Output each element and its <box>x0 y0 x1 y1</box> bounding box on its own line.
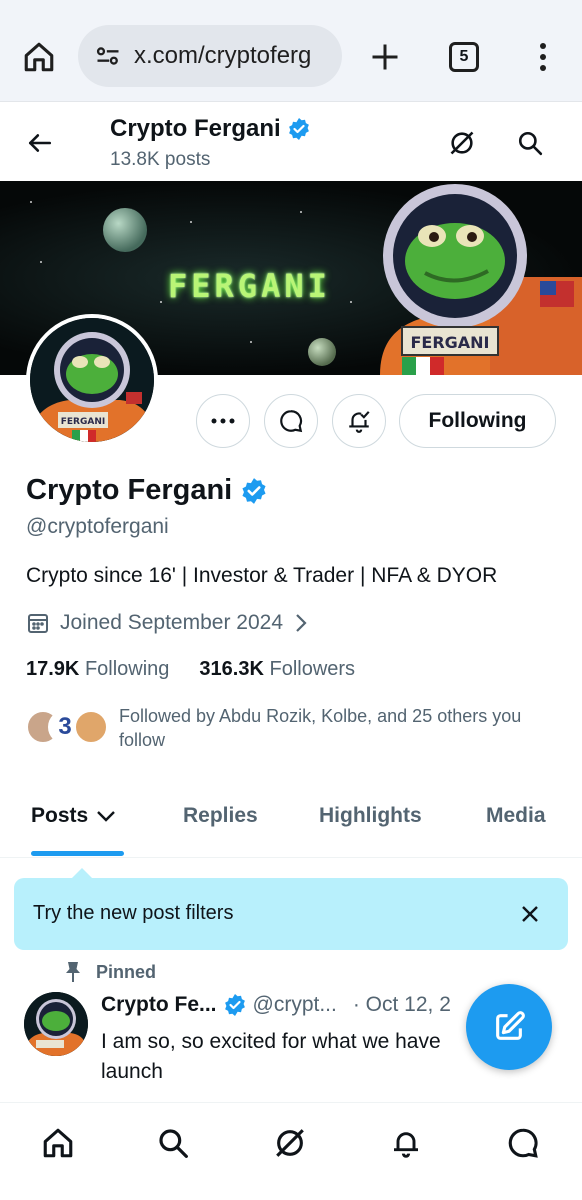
address-bar[interactable]: x.com/cryptoferg <box>78 25 342 87</box>
compose-icon <box>496 1011 525 1040</box>
profile-display-name: Crypto Fergani <box>26 474 233 506</box>
post-author-handle: @crypt... <box>252 993 337 1016</box>
calendar-icon <box>28 614 48 633</box>
profile-bio: Crypto since 16' | Investor & Trader | N… <box>26 564 498 587</box>
search-icon <box>518 131 543 156</box>
chevron-down-icon <box>97 811 116 822</box>
nav-notifications[interactable] <box>386 1123 426 1163</box>
header-name: Crypto Fergani <box>110 115 281 142</box>
close-icon <box>522 906 538 922</box>
post-text[interactable]: I am so, so excited for what we have lau… <box>101 1027 471 1087</box>
more-vert-icon <box>540 43 546 71</box>
followers-stat[interactable]: 316.3K Followers <box>199 658 355 681</box>
following-label: Following <box>84 658 170 680</box>
back-arrow-icon <box>28 134 52 152</box>
tab-media[interactable]: Media <box>486 804 546 828</box>
plus-icon <box>372 44 398 70</box>
message-bubble-icon <box>280 410 303 433</box>
planet-graphic <box>103 208 147 252</box>
browser-menu-button[interactable] <box>528 36 558 78</box>
tab-posts[interactable]: Posts <box>31 804 116 828</box>
more-horiz-icon <box>211 418 235 424</box>
joined-text: Joined September 2024 <box>60 611 283 634</box>
tab-switcher-button[interactable]: 5 <box>449 42 479 72</box>
grok-icon <box>276 1129 304 1157</box>
search-button[interactable] <box>510 123 550 163</box>
message-button[interactable] <box>264 394 318 448</box>
follow-stats: 17.9K Following 316.3K Followers <box>26 658 355 681</box>
pinned-text: Pinned <box>96 961 157 982</box>
home-icon <box>24 42 54 72</box>
nav-home[interactable] <box>38 1123 78 1163</box>
pinned-label: Pinned <box>64 961 156 983</box>
profile-avatar[interactable]: FERGANI <box>26 314 158 446</box>
follower-avatar <box>74 710 108 744</box>
post-author-name[interactable]: Crypto Fe... <box>101 993 217 1017</box>
header-post-count: 13.8K posts <box>110 149 211 170</box>
bottom-navigation <box>0 1102 582 1200</box>
astronaut-frog-illustration: FERGANI <box>380 184 582 375</box>
tab-posts-label: Posts <box>31 804 89 827</box>
moon-graphic <box>308 338 336 366</box>
home-icon <box>43 1128 73 1158</box>
header-title: Crypto Fergani <box>110 115 311 143</box>
post-date[interactable]: · Oct 12, 2 <box>353 993 451 1017</box>
tab-count: 5 <box>459 48 469 65</box>
post-filters-tooltip: Try the new post filters <box>14 868 568 950</box>
profile-tabs: Posts Replies Highlights Media <box>0 790 582 858</box>
grok-button[interactable] <box>442 123 482 163</box>
bell-check-icon <box>349 411 370 433</box>
following-count: 17.9K <box>26 658 80 680</box>
browser-home-button[interactable] <box>18 36 60 78</box>
notifications-button[interactable] <box>332 394 386 448</box>
followers-label: Followers <box>269 658 356 680</box>
profile-handle: @cryptofergani <box>26 515 169 538</box>
browser-toolbar: x.com/cryptoferg 5 <box>0 0 582 102</box>
post-avatar[interactable] <box>24 992 88 1056</box>
url-text: x.com/cryptoferg <box>134 42 312 69</box>
active-tab-indicator <box>31 851 124 856</box>
followers-count: 316.3K <box>199 658 264 680</box>
followed-by-text: Followed by Abdu Rozik, Kolbe, and 25 ot… <box>119 706 522 750</box>
more-options-button[interactable] <box>196 394 250 448</box>
tooltip-close-button[interactable] <box>516 900 544 928</box>
svg-text:FERGANI: FERGANI <box>61 417 105 427</box>
nav-explore[interactable] <box>153 1123 193 1163</box>
following-stat[interactable]: 17.9K Following <box>26 658 169 681</box>
pin-icon <box>66 962 80 982</box>
nav-messages[interactable] <box>503 1123 543 1163</box>
compose-post-button[interactable] <box>466 984 552 1070</box>
post-header: Crypto Fe... @crypt... · Oct 12, 2 <box>101 993 451 1017</box>
verified-badge-icon <box>288 118 309 140</box>
profile-header: Crypto Fergani 13.8K posts <box>0 103 582 181</box>
message-bubble-icon <box>508 1128 538 1158</box>
following-button[interactable]: Following <box>399 394 556 448</box>
avatar-image: FERGANI <box>30 318 154 442</box>
site-settings-icon[interactable] <box>92 40 124 72</box>
search-icon <box>159 1129 188 1158</box>
chevron-right-icon <box>296 614 307 632</box>
bell-icon <box>394 1132 418 1158</box>
post-avatar-image <box>24 992 88 1056</box>
verified-badge-icon <box>224 994 245 1016</box>
tab-replies[interactable]: Replies <box>183 804 258 828</box>
nav-grok[interactable] <box>270 1123 310 1163</box>
verified-badge-icon <box>242 477 266 504</box>
tab-highlights[interactable]: Highlights <box>319 804 422 828</box>
svg-text:FERGANI: FERGANI <box>410 333 489 352</box>
grok-icon <box>450 131 474 155</box>
tooltip-text: Try the new post filters <box>33 902 234 924</box>
banner-title: FERGANI <box>168 267 331 305</box>
followed-by[interactable]: 3 Followed by Abdu Rozik, Kolbe, and 25 … <box>26 704 546 754</box>
new-tab-button[interactable] <box>364 36 406 78</box>
joined-date[interactable]: Joined September 2024 <box>26 611 309 635</box>
back-button[interactable] <box>20 123 60 163</box>
profile-name: Crypto Fergani <box>26 474 268 507</box>
